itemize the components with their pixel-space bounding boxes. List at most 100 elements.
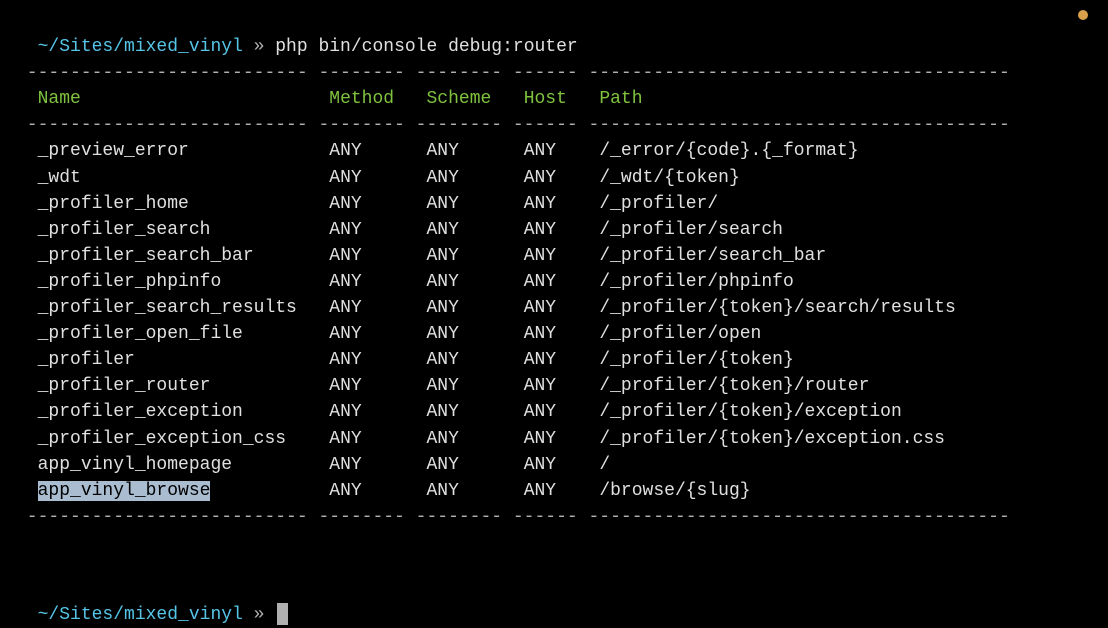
table-row: _profiler_router ANY ANY ANY /_profiler/… [16,373,1092,399]
route-scheme: ANY [426,350,523,370]
table-row: _preview_error ANY ANY ANY /_error/{code… [16,138,1092,164]
route-method: ANY [329,298,426,318]
route-path: /_profiler/ [599,194,718,214]
table-row: _profiler_search_bar ANY ANY ANY /_profi… [16,243,1092,269]
route-scheme: ANY [426,141,523,161]
table-row: _profiler_open_file ANY ANY ANY /_profil… [16,321,1092,347]
route-name: _profiler_phpinfo [38,272,330,292]
window-modified-indicator [1078,10,1088,20]
table-border-bottom: -------------------------- -------- ----… [16,504,1092,530]
route-scheme: ANY [426,298,523,318]
route-host: ANY [524,220,600,240]
route-path: /_profiler/{token} [599,350,793,370]
table-row: _profiler_phpinfo ANY ANY ANY /_profiler… [16,269,1092,295]
route-host: ANY [524,429,600,449]
header-host: Host [524,89,600,109]
header-scheme: Scheme [426,89,523,109]
route-name: _profiler [38,350,330,370]
route-path: /_error/{code}.{_format} [599,141,858,161]
route-host: ANY [524,298,600,318]
table-row: _profiler ANY ANY ANY /_profiler/{token} [16,347,1092,373]
route-host: ANY [524,350,600,370]
route-name: _profiler_exception_css [38,429,330,449]
prompt-path: ~/Sites/mixed_vinyl [38,37,243,57]
route-path: /_profiler/{token}/search/results [599,298,955,318]
route-method: ANY [329,168,426,188]
route-method: ANY [329,246,426,266]
route-host: ANY [524,141,600,161]
route-name: _wdt [38,168,330,188]
route-path: /_profiler/{token}/exception.css [599,429,945,449]
prompt-command[interactable]: php bin/console debug:router [275,37,577,57]
route-scheme: ANY [426,324,523,344]
table-row: _profiler_exception_css ANY ANY ANY /_pr… [16,426,1092,452]
prompt-separator: » [243,605,275,625]
route-scheme: ANY [426,481,523,501]
table-row: app_vinyl_browse ANY ANY ANY /browse/{sl… [16,478,1092,504]
route-host: ANY [524,481,600,501]
route-name: app_vinyl_browse [38,481,330,501]
table-row: _profiler_search ANY ANY ANY /_profiler/… [16,217,1092,243]
route-method: ANY [329,194,426,214]
route-scheme: ANY [426,168,523,188]
table-border-top: -------------------------- -------- ----… [16,60,1092,86]
route-method: ANY [329,141,426,161]
table-body: _preview_error ANY ANY ANY /_error/{code… [16,138,1092,503]
route-scheme: ANY [426,455,523,475]
route-path: /_profiler/search_bar [599,246,826,266]
prompt-line-1: ~/Sites/mixed_vinyl » php bin/console de… [16,8,1092,60]
route-host: ANY [524,376,600,396]
route-scheme: ANY [426,376,523,396]
route-name: _profiler_search [38,220,330,240]
header-name: Name [38,89,330,109]
prompt-line-2[interactable]: ~/Sites/mixed_vinyl » [16,576,1092,628]
route-scheme: ANY [426,429,523,449]
route-method: ANY [329,350,426,370]
route-host: ANY [524,455,600,475]
route-scheme: ANY [426,220,523,240]
route-host: ANY [524,168,600,188]
route-name: _profiler_router [38,376,330,396]
prompt-separator: » [243,37,275,57]
route-path: /_profiler/open [599,324,761,344]
route-name: _preview_error [38,141,330,161]
route-name: app_vinyl_homepage [38,455,330,475]
route-path: /_profiler/phpinfo [599,272,793,292]
cursor [277,603,288,625]
route-method: ANY [329,220,426,240]
route-method: ANY [329,376,426,396]
route-path: /_profiler/{token}/router [599,376,869,396]
route-name: _profiler_home [38,194,330,214]
route-name: _profiler_exception [38,402,330,422]
route-method: ANY [329,429,426,449]
route-name: _profiler_search_bar [38,246,330,266]
route-path: /browse/{slug} [599,481,750,501]
route-scheme: ANY [426,402,523,422]
route-method: ANY [329,272,426,292]
route-method: ANY [329,481,426,501]
table-border-mid: -------------------------- -------- ----… [16,112,1092,138]
route-scheme: ANY [426,272,523,292]
route-name: _profiler_search_results [38,298,330,318]
route-method: ANY [329,455,426,475]
route-host: ANY [524,194,600,214]
table-row: _wdt ANY ANY ANY /_wdt/{token} [16,165,1092,191]
route-host: ANY [524,272,600,292]
route-method: ANY [329,402,426,422]
table-row: _profiler_home ANY ANY ANY /_profiler/ [16,191,1092,217]
route-path: / [599,455,610,475]
route-host: ANY [524,246,600,266]
route-method: ANY [329,324,426,344]
route-path: /_wdt/{token} [599,168,739,188]
header-path: Path [599,89,642,109]
route-host: ANY [524,324,600,344]
route-path: /_profiler/{token}/exception [599,402,901,422]
table-row: app_vinyl_homepage ANY ANY ANY / [16,452,1092,478]
table-row: _profiler_search_results ANY ANY ANY /_p… [16,295,1092,321]
header-method: Method [329,89,426,109]
route-name: _profiler_open_file [38,324,330,344]
route-path: /_profiler/search [599,220,783,240]
route-scheme: ANY [426,246,523,266]
route-host: ANY [524,402,600,422]
route-scheme: ANY [426,194,523,214]
